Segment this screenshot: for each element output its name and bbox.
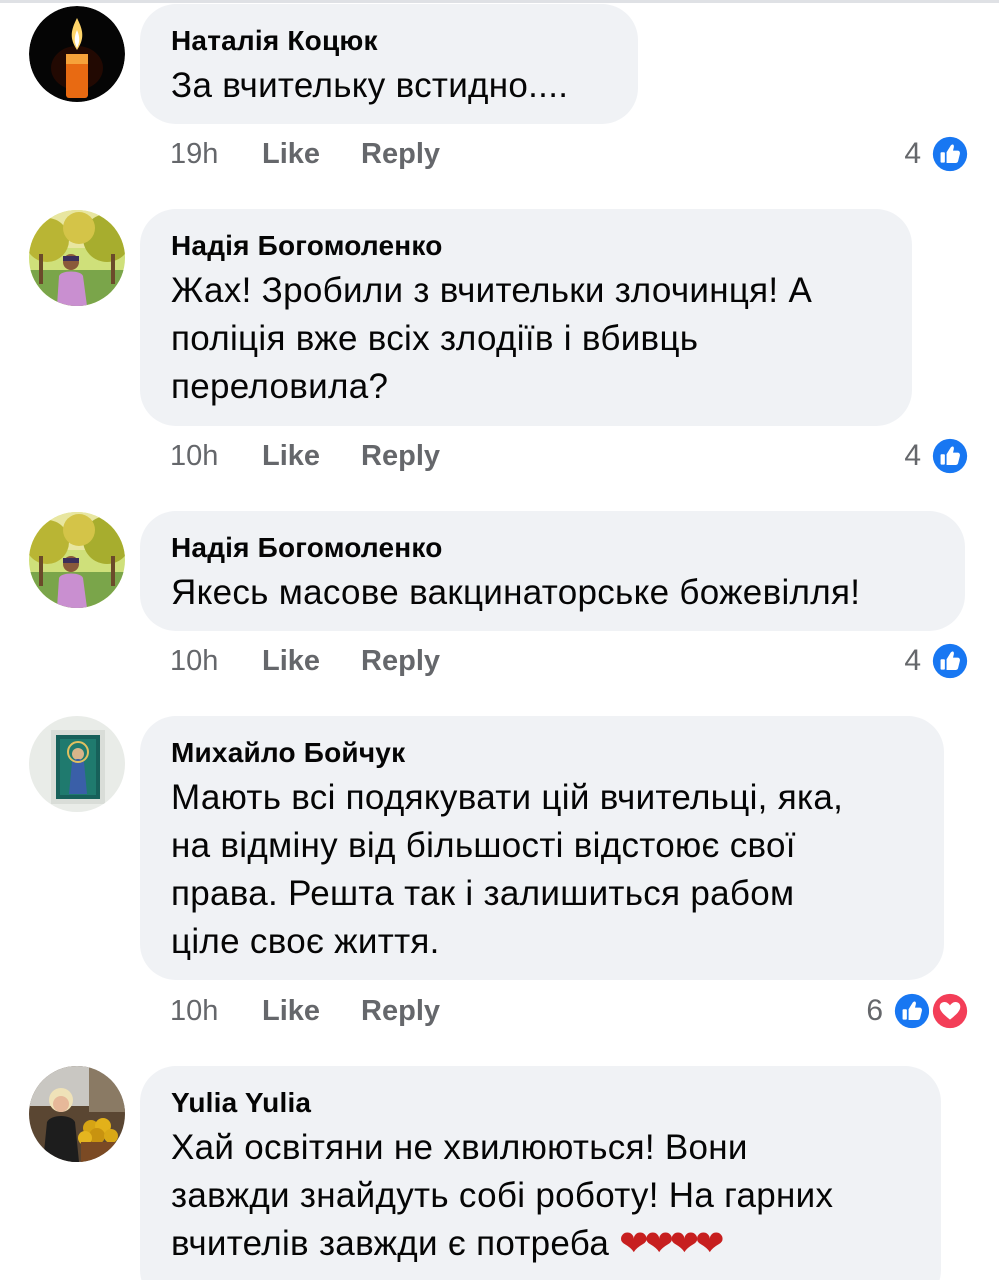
like-button[interactable]: Like xyxy=(262,645,320,678)
comment-text: Мають всі подякувати цій вчительці, яка,… xyxy=(171,774,913,966)
comment-author[interactable]: Михайло Бойчук xyxy=(171,736,913,770)
comment-author[interactable]: Yulia Yulia xyxy=(171,1086,910,1120)
like-button[interactable]: Like xyxy=(262,138,320,171)
comment-text-line: Якесь масове вакцинаторське божевілля! xyxy=(171,573,861,612)
avatar[interactable] xyxy=(29,6,125,102)
comment-actions: 10h Like Reply xyxy=(170,991,481,1031)
like-icon xyxy=(929,640,971,682)
avatar[interactable] xyxy=(29,210,125,306)
comment-text: Хай освітяни не хвилюються! Вони завжди … xyxy=(171,1124,910,1268)
comment-actions: 10h Like Reply xyxy=(170,641,481,681)
avatar[interactable] xyxy=(29,716,125,812)
avatar[interactable] xyxy=(29,512,125,608)
like-button[interactable]: Like xyxy=(262,440,320,473)
reaction-count: 4 xyxy=(904,439,921,472)
reply-button[interactable]: Reply xyxy=(361,440,440,473)
woman-flowers-avatar-image xyxy=(29,1066,125,1162)
comment-bubble: Михайло Бойчук Мають всі подякувати цій … xyxy=(140,716,944,980)
comment-timestamp[interactable]: 10h xyxy=(170,995,262,1028)
reply-button[interactable]: Reply xyxy=(361,995,440,1028)
comment-timestamp[interactable]: 10h xyxy=(170,440,262,473)
reaction-summary[interactable]: 4 xyxy=(904,434,971,478)
like-button[interactable]: Like xyxy=(262,995,320,1028)
comment-bubble: Надія Богомоленко Якесь масове вакцинато… xyxy=(140,511,965,631)
comment-text-line: ціле своє життя. xyxy=(171,922,440,961)
like-icon xyxy=(929,435,971,477)
comment-text-line: За вчительку встидно.... xyxy=(171,66,569,105)
comment-text-line: переловила? xyxy=(171,367,389,406)
heart-emoji-icons: ❤❤❤❤ xyxy=(619,1224,724,1263)
comment-bubble: Yulia Yulia Хай освітяни не хвилюються! … xyxy=(140,1066,941,1280)
comment-text-line: на відміну від більшості відстоює свої xyxy=(171,826,796,865)
reaction-summary[interactable]: 4 xyxy=(904,639,971,683)
reaction-summary[interactable]: 6 xyxy=(866,989,971,1033)
comments-feed: Наталія Коцюк За вчительку встидно.... 1… xyxy=(0,0,999,1280)
comment-text: Жах! Зробили з вчительки злочинця! А пол… xyxy=(171,267,881,411)
comment-text-fragment: вчителів завжди є потреба xyxy=(171,1224,610,1263)
comment-author[interactable]: Надія Богомоленко xyxy=(171,531,934,565)
comment-text-line: права. Решта так і залишиться рабом xyxy=(171,874,795,913)
comment-author[interactable]: Наталія Коцюк xyxy=(171,24,607,58)
comment-text-line: Жах! Зробили з вчительки злочинця! А xyxy=(171,271,813,310)
comment-text-line: завжди знайдуть собі роботу! На гарних xyxy=(171,1176,834,1215)
top-divider xyxy=(0,0,999,3)
like-icon xyxy=(929,133,971,175)
reply-button[interactable]: Reply xyxy=(361,645,440,678)
comment-bubble: Надія Богомоленко Жах! Зробили з вчитель… xyxy=(140,209,912,426)
comment-text: Якесь масове вакцинаторське божевілля! xyxy=(171,569,934,617)
reply-button[interactable]: Reply xyxy=(361,138,440,171)
person-park-avatar-image xyxy=(29,210,125,306)
person-park-avatar-image xyxy=(29,512,125,608)
comment-timestamp[interactable]: 19h xyxy=(170,138,262,171)
comment-author[interactable]: Надія Богомоленко xyxy=(171,229,881,263)
comment-text-line: поліція вже всіх злодіїв і вбивць xyxy=(171,319,699,358)
reaction-count: 4 xyxy=(904,137,921,170)
candle-avatar-image xyxy=(29,6,125,102)
like-icon xyxy=(891,990,933,1032)
comment-text-line: Мають всі подякувати цій вчительці, яка, xyxy=(171,778,844,817)
reaction-count: 6 xyxy=(866,994,883,1027)
icon-painting-avatar-image xyxy=(29,716,125,812)
avatar[interactable] xyxy=(29,1066,125,1162)
comment-text: За вчительку встидно.... xyxy=(171,62,607,110)
comment-bubble: Наталія Коцюк За вчительку встидно.... xyxy=(140,4,638,124)
comment-text-line: вчителів завжди є потреба ❤❤❤❤ xyxy=(171,1220,910,1268)
love-icon xyxy=(929,990,971,1032)
reaction-count: 4 xyxy=(904,644,921,677)
comment-actions: 19h Like Reply xyxy=(170,134,481,174)
comment-text-line: Хай освітяни не хвилюються! Вони xyxy=(171,1128,748,1167)
reaction-summary[interactable]: 4 xyxy=(904,132,971,176)
comment-timestamp[interactable]: 10h xyxy=(170,645,262,678)
comment-actions: 10h Like Reply xyxy=(170,436,481,476)
